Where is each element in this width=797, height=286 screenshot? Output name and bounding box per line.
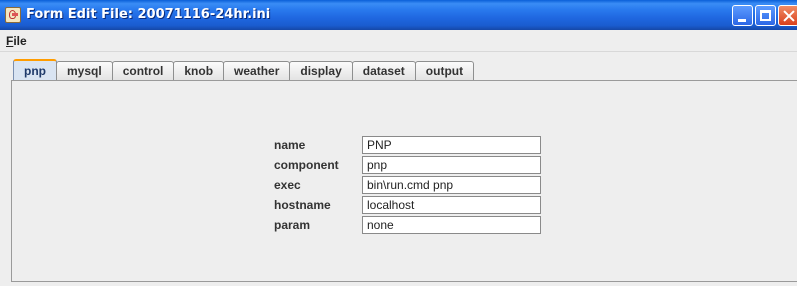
menu-file[interactable]: File xyxy=(6,34,27,48)
title-bar[interactable]: Form Edit File: 20071116-24hr.ini xyxy=(0,0,797,30)
exec-label: exec xyxy=(274,178,301,192)
java-cup-icon[interactable] xyxy=(5,7,21,23)
maximize-button[interactable] xyxy=(755,5,776,26)
file-menu-rest: ile xyxy=(13,34,27,48)
component-label: component xyxy=(274,158,339,172)
name-label: name xyxy=(274,138,306,152)
param-label: param xyxy=(274,218,311,232)
tab-dataset[interactable]: dataset xyxy=(351,61,416,80)
hostname-field[interactable]: localhost xyxy=(362,196,541,214)
name-field[interactable]: PNP xyxy=(362,136,541,154)
component-field[interactable]: pnp xyxy=(362,156,541,174)
exec-field[interactable]: bin\run.cmd pnp xyxy=(362,176,541,194)
close-button[interactable] xyxy=(778,5,797,26)
tab-control[interactable]: control xyxy=(111,61,175,80)
hostname-label: hostname xyxy=(274,198,331,212)
minimize-button[interactable] xyxy=(732,5,753,26)
main-panel: pnp mysql control knob weather display dataset… xyxy=(0,52,797,286)
tab-display[interactable]: display xyxy=(289,61,353,80)
tab-mysql[interactable]: mysql xyxy=(56,61,113,80)
tab-weather[interactable]: weather xyxy=(223,61,291,80)
tab-pnp[interactable]: pnp xyxy=(13,59,57,80)
param-field[interactable]: none xyxy=(362,216,541,234)
tab-output[interactable]: output xyxy=(414,61,475,80)
window-title: Form Edit File: 20071116-24hr.ini xyxy=(26,7,271,22)
menu-bar: File xyxy=(0,30,797,52)
tab-content-pnp: name PNP component pnp exec bin\run.cmd … xyxy=(11,80,797,282)
tab-knob[interactable]: knob xyxy=(173,61,225,80)
tab-strip: pnp mysql control knob weather display dataset… xyxy=(13,59,475,80)
